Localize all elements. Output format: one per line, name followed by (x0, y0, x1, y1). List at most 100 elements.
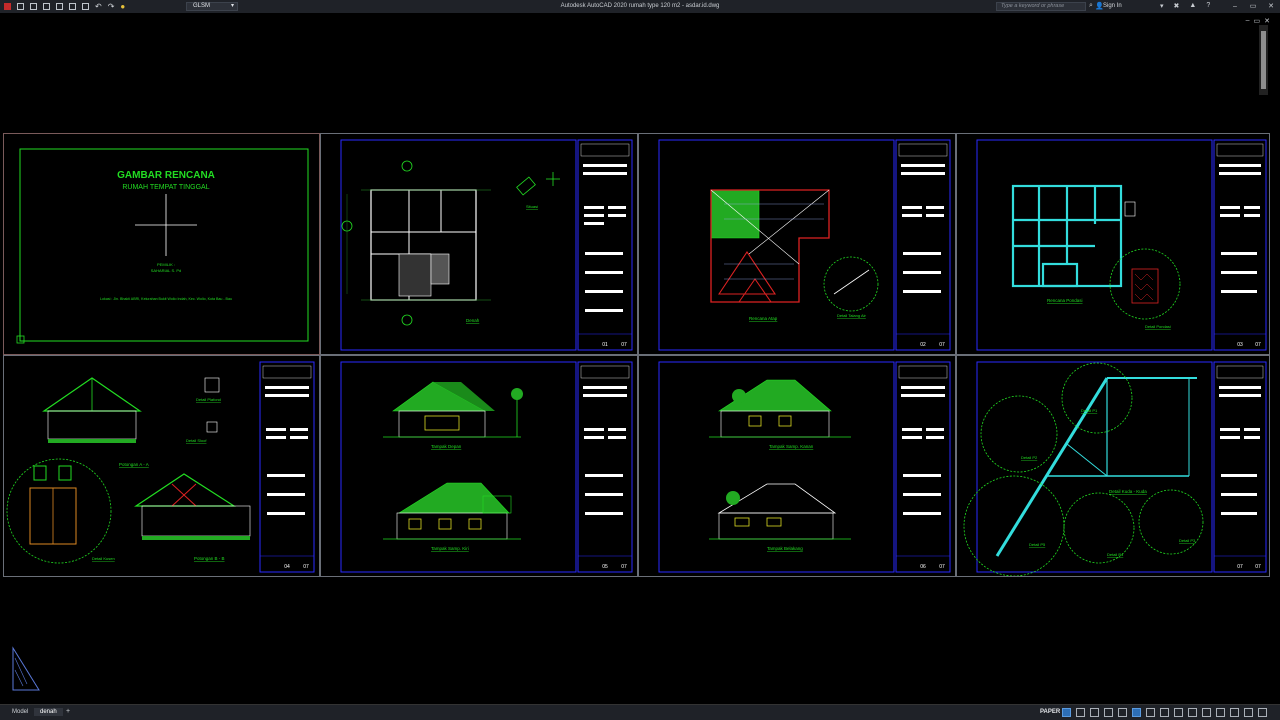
caption-detail-p3: Detail P3 (1179, 538, 1196, 543)
polar-icon[interactable] (1104, 708, 1113, 717)
caption-tampak-samp-kanan: Tampak Samp. Kanan (769, 444, 814, 449)
tampak-depan-drawing: Tampak Depan Tampak Samp. Kiri 05 07 (340, 361, 633, 573)
sheet-number: 04 (284, 564, 290, 570)
potongan-drawing: Potongan A - A Detail Kusen Potongan B -… (6, 361, 315, 573)
lineweight-icon[interactable] (1146, 708, 1155, 717)
caption-detail-kusen: Detail Kusen (92, 556, 115, 561)
snap-icon[interactable] (1076, 708, 1085, 717)
sign-in-button[interactable]: Sign In (1103, 3, 1122, 9)
sheet-total: 07 (939, 342, 945, 348)
selection-cycling-icon[interactable] (1174, 708, 1183, 717)
otrack-icon[interactable] (1132, 708, 1141, 717)
sheet-total: 07 (1255, 342, 1261, 348)
title-block: 06 07 (895, 361, 951, 573)
search-input[interactable]: Type a keyword or phrase (996, 2, 1086, 11)
minimize-icon[interactable]: – (1226, 0, 1244, 13)
sheet-potongan[interactable]: Potongan A - A Detail Kusen Potongan B -… (3, 355, 320, 577)
account-icon[interactable]: ▲ (1189, 2, 1196, 10)
osnap-icon[interactable] (1118, 708, 1127, 717)
sheet-denah[interactable]: Denah Situasi 01 07 (320, 133, 638, 355)
exchange-icon[interactable]: ✖ (1174, 2, 1180, 10)
caption-rencana-atap: Rencana Atap (749, 316, 778, 321)
sheet-number: 01 (602, 342, 608, 348)
sheet-number: 07 (1237, 564, 1243, 570)
caption-tampak-samp-kiri: Tampak Samp. Kiri (431, 546, 469, 551)
atap-drawing: Rencana Atap Detail Talang Air 02 07 (658, 139, 951, 351)
sheet-cover[interactable]: GAMBAR RENCANA RUMAH TEMPAT TINGGAL PEMI… (3, 133, 320, 355)
title-block: 03 07 (1213, 139, 1267, 351)
cover-subtitle: RUMAH TEMPAT TINGGAL (122, 184, 209, 191)
sheet-tampak-depan[interactable]: Tampak Depan Tampak Samp. Kiri 05 07 (320, 355, 638, 577)
cover-location: Lokasi : Jln. Bhakti ABRI, Kelurahan Buk… (100, 297, 232, 301)
search-icon[interactable]: ⌕ (1089, 2, 1093, 10)
add-layout-icon[interactable]: + (66, 708, 70, 715)
caption-detail-talang: Detail Talang Air (837, 313, 867, 318)
status-bar: Model denah + PAPER (0, 704, 1280, 720)
paper-space-toggle[interactable]: PAPER (1040, 709, 1060, 715)
caption-detail-kuda-kuda: Detail Kuda - Kuda (1109, 489, 1147, 494)
close-icon[interactable]: ✕ (1262, 0, 1280, 13)
sheet-rencana-atap[interactable]: Rencana Atap Detail Talang Air 02 07 (638, 133, 956, 355)
caption-detail-sloof: Detail Sloof (186, 438, 207, 443)
ortho-icon[interactable] (1090, 708, 1099, 717)
sheet-total: 07 (621, 342, 627, 348)
status-toggles (1062, 708, 1267, 717)
caption-situasi: Situasi (526, 204, 538, 209)
window-title: Autodesk AutoCAD 2020 rumah type 120 m2 … (560, 3, 720, 9)
caption-tampak-depan: Tampak Depan (431, 444, 462, 449)
caption-detail-p2: Detail P2 (1021, 455, 1038, 460)
annotation-scale-icon[interactable] (1188, 708, 1197, 717)
isolate-objects-icon[interactable] (1216, 708, 1225, 717)
cover-owner-name: SAHARIAL S. Pd (151, 268, 182, 273)
hardware-accel-icon[interactable] (1230, 708, 1239, 717)
doc-minimize-icon[interactable]: – (1246, 17, 1250, 25)
sheet-number: 03 (1237, 342, 1243, 348)
kuda-kuda-drawing: Detail P1 Detail P2 Detail Kuda - Kuda D… (963, 361, 1267, 576)
cover-drawing: GAMBAR RENCANA RUMAH TEMPAT TINGGAL PEMI… (16, 148, 309, 344)
title-block: 02 07 (895, 139, 951, 351)
clean-screen-icon[interactable] (1244, 708, 1253, 717)
maximize-icon[interactable]: ▭ (1244, 0, 1262, 13)
caption-detail-p4: Detail P4 (1107, 552, 1124, 557)
tampak-belakang-drawing: Tampak Samp. Kanan Tampak Belakang 06 07 (658, 361, 951, 573)
transparency-icon[interactable] (1160, 708, 1169, 717)
sheet-total: 07 (621, 564, 627, 570)
sheet-tampak-belakang[interactable]: Tampak Samp. Kanan Tampak Belakang 06 07 (638, 355, 956, 577)
title-block: 07 07 (1213, 361, 1267, 573)
pondasi-drawing: Rencana Pondasi Detail Pondasi 03 07 (976, 139, 1267, 351)
caption-potongan-bb: Potongan B - B (194, 556, 225, 561)
cover-owner-label: PEMILIK : (157, 262, 175, 267)
grid-icon[interactable] (1062, 708, 1071, 717)
workspace-switch-icon[interactable] (1202, 708, 1211, 717)
doc-restore-icon[interactable]: ▭ (1254, 17, 1261, 25)
sheet-detail-kuda-kuda[interactable]: Detail P1 Detail P2 Detail Kuda - Kuda D… (956, 355, 1270, 577)
tab-model[interactable]: Model (6, 708, 34, 716)
doc-close-icon[interactable]: ✕ (1264, 17, 1270, 25)
cart-icon[interactable]: ▾ (1160, 2, 1164, 10)
vertical-scrollbar[interactable] (1259, 25, 1268, 95)
caption-tampak-belakang: Tampak Belakang (767, 546, 803, 551)
scrollbar-thumb[interactable] (1261, 31, 1266, 89)
tab-denah[interactable]: denah (34, 708, 63, 716)
denah-drawing: Denah Situasi 01 07 (340, 139, 633, 351)
caption-detail-pondasi: Detail Pondasi (1145, 324, 1171, 329)
caption-detail-p1: Detail P1 (1081, 408, 1098, 413)
sheet-total: 07 (1255, 564, 1261, 570)
sheet-number: 05 (602, 564, 608, 570)
sheet-rencana-pondasi[interactable]: Rencana Pondasi Detail Pondasi 03 07 (956, 133, 1270, 355)
caption-denah: Denah (466, 318, 480, 323)
help-button[interactable]: ? (1206, 2, 1210, 10)
document-controls: – ▭ ✕ (1246, 17, 1270, 25)
title-block: 05 07 (577, 361, 633, 573)
sheet-total: 07 (939, 564, 945, 570)
ucs-icon (12, 646, 40, 691)
customization-menu-icon[interactable] (1258, 708, 1267, 717)
sheet-number: 06 (920, 564, 926, 570)
title-bar: ↶ ↷ ● GLSM ▾ Autodesk AutoCAD 2020 rumah… (0, 0, 1280, 13)
title-block: 01 07 (577, 139, 633, 351)
caption-detail-plafond: Detail Plafond (196, 397, 221, 402)
sheet-total: 07 (303, 564, 309, 570)
caption-rencana-pondasi: Rencana Pondasi (1047, 298, 1083, 303)
cover-title: GAMBAR RENCANA (117, 170, 215, 181)
title-block: 04 07 (259, 361, 315, 573)
